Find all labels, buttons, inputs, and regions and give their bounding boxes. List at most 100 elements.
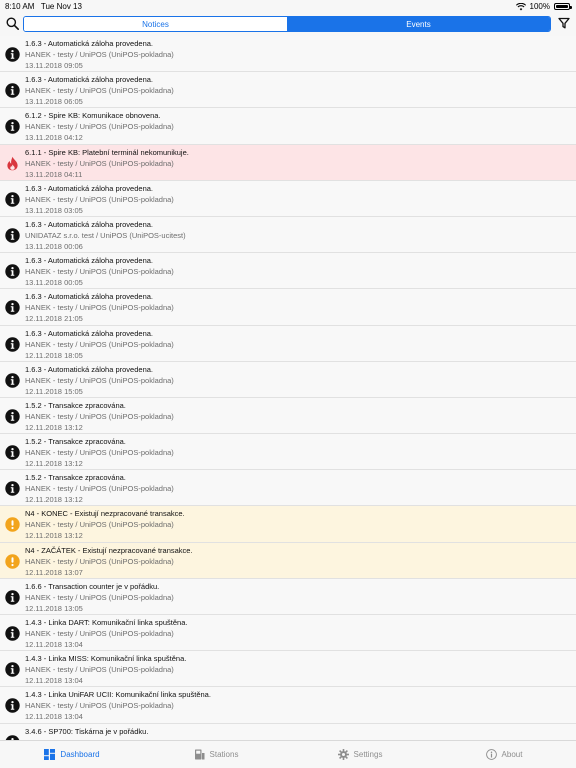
event-title: 1.4.3 - Linka DART: Komunikační linka sp…: [25, 618, 188, 627]
event-row[interactable]: 6.1.1 - Spire KB: Platební terminál neko…: [0, 144, 576, 181]
event-time: 12.11.2018 13:12: [25, 422, 83, 432]
event-list: 1.6.3 - Automatická záloha provedena. HAN…: [0, 36, 576, 740]
info-icon: [5, 662, 20, 677]
event-time: 13.11.2018 04:11: [25, 169, 83, 179]
dashboard-icon: [44, 749, 56, 760]
tab-about[interactable]: About: [432, 741, 576, 768]
event-row[interactable]: 1.4.3 - Linka UniFAR UCII: Komunikační l…: [0, 687, 576, 724]
event-time: 12.11.2018 13:04: [25, 676, 83, 686]
event-source: HANEK - testy / UniPOS (UniPOS-pokladna): [25, 50, 174, 59]
battery-percent: 100%: [529, 2, 550, 11]
event-title: 3.4.6 - SP700: Tiskárna je v pořádku.: [25, 726, 149, 736]
event-time: 12.11.2018 18:05: [25, 350, 83, 360]
event-title: 1.6.6 - Transaction counter je v pořádku…: [25, 581, 160, 591]
event-time: 12.11.2018 13:05: [25, 603, 83, 613]
event-row[interactable]: 1.6.3 - Automatická záloha provedena. HAN…: [0, 361, 576, 398]
event-source: HANEK - testy / UniPOS (UniPOS-pokladna): [25, 194, 174, 204]
info-icon: [5, 481, 20, 496]
event-level-icon: [5, 300, 20, 316]
event-time: 12.11.2018 13:12: [25, 459, 83, 469]
event-row[interactable]: 1.5.2 - Transakce zpracována. HANEK - tes…: [0, 397, 576, 435]
event-time: 12.11.2018 13:12: [25, 531, 83, 541]
event-source: UNIDATAZ s.r.o. test / UniPOS (UniPOS-uc…: [25, 230, 186, 240]
event-title: N4 - KONEC - Existují nezpracované trans…: [25, 509, 185, 519]
battery-icon: [554, 3, 572, 10]
event-title: 1.6.3 - Automatická záloha provedena.: [25, 364, 153, 374]
info-icon: [5, 336, 20, 352]
event-level-icon: [5, 47, 20, 62]
event-title: 6.1.1 - Spire KB: Platební terminál neko…: [25, 147, 189, 157]
status-time: 8:10 AM: [5, 2, 35, 11]
event-time: 12.11.2018 15:05: [25, 386, 83, 396]
event-time: 12.11.2018 13:07: [25, 567, 83, 577]
event-level-icon: [5, 445, 20, 460]
event-row[interactable]: 1.6.6 - Transaction counter je v pořádku…: [0, 578, 576, 615]
event-title: 1.6.3 - Automatická záloha provedena.: [25, 292, 153, 302]
event-source: HANEK - testy / UniPOS (UniPOS-pokladna): [25, 339, 174, 349]
event-level-icon: [5, 626, 20, 641]
event-row[interactable]: 1.6.3 - Automatická záloha provedena. HAN…: [0, 253, 576, 290]
tab-dashboard[interactable]: Dashboard: [0, 741, 144, 768]
event-source: HANEK - testy / UniPOS (UniPOS-pokladna): [25, 520, 174, 530]
event-row[interactable]: 1.6.3 - Automatická záloha provedena. HAN…: [0, 180, 576, 217]
event-source: HANEK - testy / UniPOS (UniPOS-pokladna): [25, 701, 174, 711]
notices-events-segmented-control: Notices Events: [23, 16, 551, 32]
battery-fill: [556, 5, 568, 8]
event-time: 13.11.2018 04:12: [25, 133, 83, 143]
event-row[interactable]: 1.4.3 - Linka MISS: Komunikační linka sp…: [0, 651, 576, 688]
event-source: HANEK - testy / UniPOS (UniPOS-pokladna): [25, 484, 174, 494]
info-icon: [5, 83, 20, 98]
event-source: HANEK - testy / UniPOS (UniPOS-pokladna): [25, 375, 174, 385]
info-icon: [5, 445, 20, 460]
event-row[interactable]: 1.5.2 - Transakce zpracována. HANEK - tes…: [0, 434, 576, 471]
tab-about-label: About: [501, 750, 523, 759]
event-time: 13.11.2018 00:06: [25, 241, 83, 251]
tab-stations[interactable]: Stations: [144, 741, 288, 768]
event-title: 1.4.3 - Linka MISS: Komunikační linka sp…: [25, 654, 187, 664]
event-source: HANEK - testy / UniPOS (UniPOS-pokladna): [25, 158, 174, 168]
event-level-icon: [5, 83, 20, 98]
event-row[interactable]: 1.6.3 - Automatická záloha provedena. UNI…: [0, 216, 576, 254]
tab-dashboard-label: Dashboard: [60, 750, 100, 759]
event-row[interactable]: 1.6.3 - Automatická záloha provedena. HAN…: [0, 72, 576, 109]
info-icon: [5, 192, 20, 207]
event-row[interactable]: N4 - KONEC - Existují nezpracované trans…: [0, 506, 576, 543]
event-level-icon: [5, 336, 20, 352]
event-row[interactable]: 1.5.2 - Transakce zpracována. HANEK - tes…: [0, 470, 576, 507]
wifi-icon: [515, 2, 526, 10]
info-icon: [5, 119, 20, 135]
search-icon[interactable]: [4, 15, 20, 31]
segment-notices[interactable]: Notices: [24, 17, 287, 31]
event-row[interactable]: 1.6.3 - Automatická záloha provedena. HAN…: [0, 325, 576, 362]
event-row[interactable]: 6.1.2 - Spire KB: Komunikace obnovena. HA…: [0, 108, 576, 145]
info-icon: [5, 698, 20, 714]
event-time: 13.11.2018 06:05: [25, 97, 83, 107]
info-icon: [5, 264, 20, 279]
event-title: 1.5.2 - Transakce zpracována.: [25, 473, 126, 483]
event-source: HANEK - testy / UniPOS (UniPOS-pokladna): [25, 411, 174, 421]
status-time-date: 8:10 AM Tue Nov 13: [5, 2, 82, 11]
status-date: Tue Nov 13: [40, 2, 82, 11]
event-title: 1.4.3 - Linka UniFAR UCII: Komunikační l…: [25, 690, 211, 700]
event-source: HANEK - testy / UniPOS (UniPOS-pokladna): [25, 448, 174, 458]
info-icon: [5, 590, 20, 605]
event-level-icon: [5, 409, 20, 424]
event-source: HANEK - testy / UniPOS (UniPOS-pokladna): [25, 556, 174, 566]
event-row[interactable]: 1.6.3 - Automatická záloha provedena. HAN…: [0, 289, 576, 326]
tab-settings[interactable]: Settings: [288, 741, 432, 768]
filter-icon[interactable]: [556, 15, 572, 31]
info-icon: [5, 228, 20, 243]
info-icon: [5, 409, 20, 424]
info-icon: [5, 47, 20, 62]
segment-events[interactable]: Events: [287, 17, 550, 31]
event-level-icon: [5, 264, 20, 279]
event-row[interactable]: 1.4.3 - Linka DART: Komunikační linka sp…: [0, 615, 576, 652]
event-row[interactable]: N4 - ZAČÁTEK - Existují nezpracované tra…: [0, 542, 576, 579]
event-level-icon: [5, 517, 20, 533]
event-row[interactable]: 3.4.6 - SP700: Tiskárna je v pořádku.: [0, 723, 576, 740]
info-circle-icon: [485, 749, 497, 760]
event-row[interactable]: 1.6.3 - Automatická záloha provedena. HAN…: [0, 36, 576, 73]
event-title: 6.1.2 - Spire KB: Komunikace obnovena.: [25, 111, 161, 121]
event-time: 12.11.2018 13:04: [25, 712, 83, 722]
event-source: HANEK - testy / UniPOS (UniPOS-pokladna): [25, 629, 174, 638]
